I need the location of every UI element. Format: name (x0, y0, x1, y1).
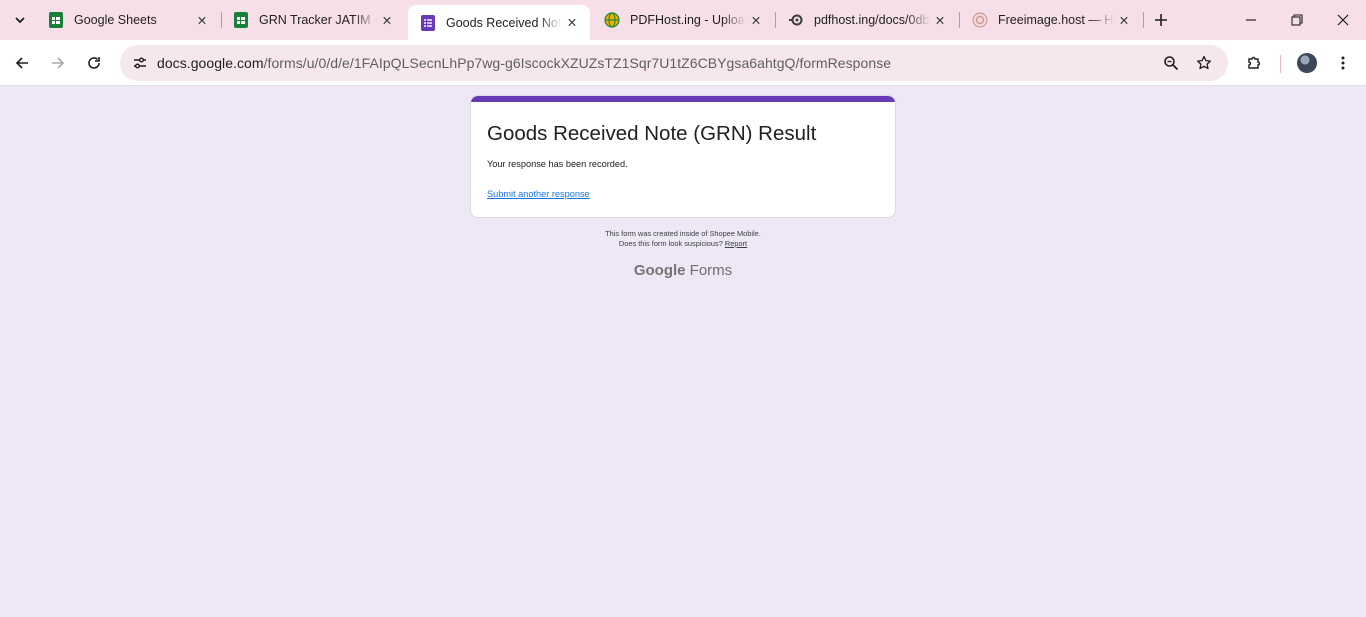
close-icon[interactable]: ✕ (192, 10, 212, 30)
more-vert-icon (1341, 56, 1345, 70)
tab-title: PDFHost.ing - Upload (630, 13, 746, 27)
address-bar[interactable]: docs.google.com/forms/u/0/d/e/1FAIpQLSec… (120, 45, 1228, 81)
minimize-button[interactable] (1228, 0, 1274, 40)
submit-another-response-link[interactable]: Submit another response (487, 189, 590, 199)
restore-button[interactable] (1274, 0, 1320, 40)
tab-pdfhost-upload[interactable]: PDFHost.ing - Upload ✕ (592, 0, 774, 40)
tab-pdfhost-docs[interactable]: pdfhost.ing/docs/0db ✕ (776, 0, 958, 40)
back-button[interactable] (6, 47, 38, 79)
tab-title: Freeimage.host — Host (998, 13, 1114, 27)
site-info-button[interactable] (126, 49, 154, 77)
tab-title: GRN Tracker JATIM - G (259, 13, 377, 27)
google-forms-logo[interactable]: Google Forms (470, 262, 896, 279)
globe-icon (604, 12, 620, 28)
sheets-icon (48, 12, 64, 28)
tab-strip: Google Sheets ✕ GRN Tracker JATIM - G ✕ … (0, 0, 1366, 40)
close-window-button[interactable] (1320, 0, 1366, 40)
plus-icon (1155, 14, 1167, 26)
minimize-icon (1246, 19, 1256, 21)
suspicious-note: Does this form look suspicious? Report (470, 239, 896, 249)
tab-separator (1143, 12, 1144, 28)
tab-google-sheets[interactable]: Google Sheets ✕ (36, 0, 220, 40)
tab-title: Google Sheets (74, 13, 157, 27)
restore-icon (1291, 14, 1303, 26)
new-tab-button[interactable] (1149, 8, 1173, 32)
menu-button[interactable] (1327, 47, 1359, 79)
confirmation-message: Your response has been recorded. (487, 159, 628, 169)
close-icon[interactable]: ✕ (1114, 10, 1134, 30)
arrow-right-icon (52, 57, 65, 69)
forward-button[interactable] (42, 47, 74, 79)
suspicious-text: Does this form look suspicious? (618, 239, 723, 248)
form-accent-bar (471, 96, 895, 102)
sheets-icon (233, 12, 249, 28)
brand-google: Google (633, 262, 686, 279)
form-origin-note: This form was created inside of Shopee M… (605, 229, 761, 238)
close-icon[interactable]: ✕ (562, 13, 582, 33)
close-icon[interactable]: ✕ (377, 10, 397, 30)
star-icon (1196, 55, 1212, 70)
arrow-left-icon (15, 57, 28, 69)
brand-forms: Forms (689, 262, 733, 279)
form-confirmation-card: Goods Received Note (GRN) Result Your re… (470, 95, 896, 218)
bookmark-button[interactable] (1192, 51, 1216, 75)
reload-icon (88, 57, 100, 69)
url-text: docs.google.com/forms/u/0/d/e/1FAIpQLSec… (157, 55, 891, 71)
toolbar-divider (1280, 55, 1281, 73)
extensions-button[interactable] (1238, 47, 1270, 79)
tab-search-button[interactable] (8, 8, 32, 32)
form-title: Goods Received Note (GRN) Result (487, 122, 817, 145)
link-icon (788, 12, 804, 28)
freeimage-icon (972, 12, 988, 28)
tab-goods-received-note[interactable]: Goods Received Note (GRN) Result ✕ (408, 5, 590, 40)
tab-freeimage-host[interactable]: Freeimage.host — Host ✕ (960, 0, 1142, 40)
profile-avatar[interactable] (1297, 53, 1317, 73)
tab-title: Goods Received Note (GRN) Result (446, 15, 562, 30)
tab-title: pdfhost.ing/docs/0db (814, 13, 930, 27)
zoom-icon (1164, 56, 1179, 71)
browser-toolbar: docs.google.com/forms/u/0/d/e/1FAIpQLSec… (0, 40, 1366, 86)
reload-button[interactable] (78, 47, 110, 79)
forms-icon (420, 14, 436, 31)
tune-icon (134, 57, 146, 69)
url-domain: docs.google.com (157, 55, 264, 71)
close-icon[interactable]: ✕ (746, 10, 766, 30)
close-icon[interactable]: ✕ (930, 10, 950, 30)
url-path: /forms/u/0/d/e/1FAIpQLSecnLhPp7wg-g6Isco… (263, 55, 892, 71)
close-icon (1337, 14, 1349, 26)
puzzle-icon (1248, 56, 1261, 69)
tab-grn-tracker[interactable]: GRN Tracker JATIM - G ✕ (221, 0, 405, 40)
zoom-button[interactable] (1159, 51, 1183, 75)
chevron-down-icon (15, 17, 25, 24)
report-link[interactable]: Report (725, 239, 747, 248)
